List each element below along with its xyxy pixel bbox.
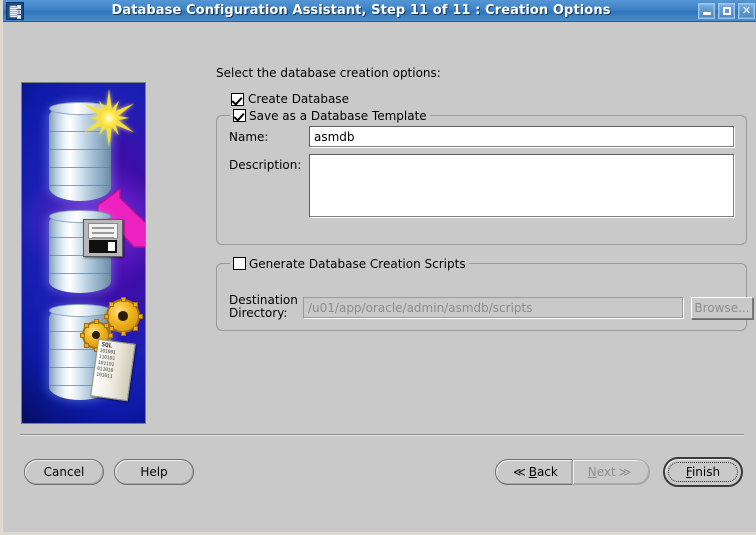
minimize-icon [703, 11, 711, 15]
template-description-input[interactable] [309, 154, 734, 217]
back-button-label-rest: ack [536, 465, 558, 479]
template-name-label: Name: [229, 130, 269, 144]
title-bar[interactable]: Database Configuration Assistant, Step 1… [3, 0, 756, 22]
starburst-icon [80, 89, 138, 147]
maximize-button[interactable] [718, 2, 735, 19]
create-database-row[interactable]: Create Database [231, 92, 747, 106]
close-icon: ✕ [741, 3, 752, 17]
client-area: SQL 101001 110101 101101 011010 101011 S… [6, 22, 756, 532]
application-window: Database Configuration Assistant, Step 1… [0, 0, 756, 535]
next-button: Next ≫ [572, 459, 650, 485]
database-app-icon [6, 1, 24, 20]
generate-scripts-group: Generate Database Creation Scripts Desti… [216, 256, 753, 331]
next-button-label-rest: ext [596, 465, 616, 479]
back-button-label: Back [528, 465, 558, 479]
button-bar-separator [20, 434, 744, 435]
destination-directory-label-line1: Destination [229, 293, 298, 307]
form-instruction: Select the database creation options: [216, 66, 441, 80]
browse-button[interactable]: Browse... [691, 297, 753, 319]
destination-directory-label: Destination Directory: [229, 294, 298, 320]
navigation-button-group: ≪ Back Next ≫ [495, 459, 650, 485]
button-bar: Cancel Help ≪ Back Next ≫ Finish [6, 442, 756, 502]
maximize-icon [723, 6, 731, 15]
create-database-checkbox[interactable] [231, 92, 244, 106]
generate-scripts-title-row[interactable]: Generate Database Creation Scripts [230, 256, 469, 271]
save-as-template-title-row[interactable]: Save as a Database Template [230, 108, 430, 123]
template-description-label: Description: [229, 158, 302, 172]
finish-button-label: Finish [685, 465, 721, 479]
window-title: Database Configuration Assistant, Step 1… [111, 3, 611, 18]
generate-scripts-label: Generate Database Creation Scripts [249, 256, 466, 271]
destination-directory-input[interactable]: /u01/app/oracle/admin/asmdb/scripts [303, 297, 683, 318]
destination-directory-label-line2: Directory: [229, 306, 288, 320]
next-button-label: Next [587, 465, 616, 479]
back-button[interactable]: ≪ Back [495, 459, 573, 485]
sql-script-scroll-icon: SQL 101001 110101 101101 011010 101011 [90, 338, 136, 402]
sidebar-illustration: SQL 101001 110101 101101 011010 101011 [21, 82, 146, 424]
template-name-input[interactable]: asmdb [309, 126, 734, 147]
close-button[interactable]: ✕ [738, 2, 755, 19]
create-database-label: Create Database [248, 92, 349, 106]
save-as-template-group: Save as a Database Template Name: asmdb … [216, 108, 747, 245]
floppy-disk-icon [83, 219, 123, 257]
next-arrow-icon: ≫ [618, 465, 632, 479]
window-controls: ✕ [698, 2, 755, 19]
gear-large-icon [103, 296, 143, 336]
save-as-template-checkbox[interactable] [233, 109, 246, 122]
creation-options-form: Select the database creation options: Cr… [211, 66, 753, 331]
finish-button-label-rest: inish [691, 465, 721, 479]
back-arrow-icon: ≪ [513, 465, 526, 479]
cancel-button[interactable]: Cancel [24, 459, 104, 485]
finish-button[interactable]: Finish [663, 457, 743, 487]
minimize-button[interactable] [698, 2, 715, 19]
save-as-template-label: Save as a Database Template [249, 108, 427, 123]
generate-scripts-checkbox[interactable] [233, 257, 246, 270]
help-button[interactable]: Help [114, 459, 194, 485]
